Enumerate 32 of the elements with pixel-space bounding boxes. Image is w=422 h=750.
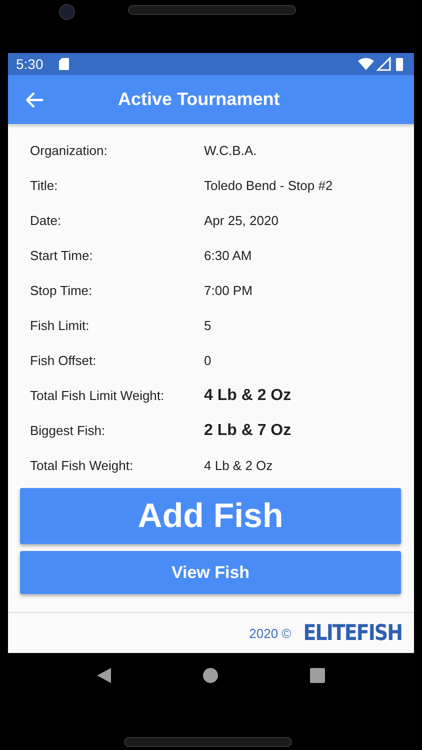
field-value: 4 Lb & 2 Oz bbox=[204, 386, 292, 404]
field-value: 4 Lb & 2 Oz bbox=[204, 458, 273, 473]
status-time: 5:30 bbox=[16, 56, 44, 72]
brand-logo: ELITEFISH bbox=[303, 620, 402, 646]
copyright-text: 2020 © bbox=[249, 626, 292, 640]
field-value: W.C.B.A. bbox=[204, 143, 257, 158]
back-nav-icon[interactable] bbox=[97, 668, 111, 683]
field-label: Start Time: bbox=[30, 248, 94, 263]
field-label: Stop Time: bbox=[30, 283, 94, 298]
field-label: Total Fish Limit Weight: bbox=[30, 388, 166, 403]
field-value: 2 Lb & 7 Oz bbox=[204, 422, 292, 440]
field-label: Fish Offset: bbox=[30, 353, 98, 368]
field-label: Total Fish Weight: bbox=[30, 458, 134, 473]
add-fish-button[interactable]: Add Fish bbox=[20, 488, 401, 544]
field-value: 0 bbox=[204, 353, 212, 368]
home-nav-icon[interactable] bbox=[203, 668, 218, 683]
field-label: Title: bbox=[30, 178, 59, 193]
field-label: Biggest Fish: bbox=[30, 423, 106, 438]
field-value: Toledo Bend - Stop #2 bbox=[204, 178, 333, 193]
camera-icon bbox=[59, 4, 75, 20]
back-arrow-icon[interactable] bbox=[26, 92, 44, 108]
view-fish-button[interactable]: View Fish bbox=[20, 551, 401, 594]
field-value: 7:00 PM bbox=[204, 283, 252, 298]
field-label: Fish Limit: bbox=[30, 318, 90, 333]
sd-card-icon bbox=[59, 58, 70, 70]
field-label: Date: bbox=[30, 213, 62, 228]
field-value: 5 bbox=[204, 318, 212, 333]
field-value: 6:30 AM bbox=[204, 248, 252, 263]
status-icons-drawing bbox=[358, 57, 404, 71]
screen-title: Active Tournament bbox=[118, 89, 280, 110]
field-value: Apr 25, 2020 bbox=[204, 213, 278, 228]
field-label: Organization: bbox=[30, 143, 108, 158]
